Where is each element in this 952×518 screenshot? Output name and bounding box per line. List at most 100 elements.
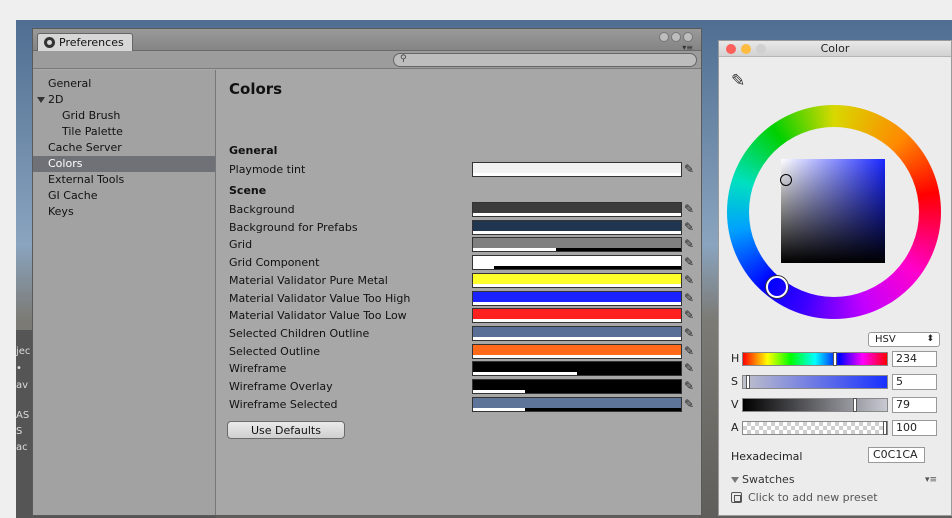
- add-preset-label: Click to add new preset: [748, 491, 878, 504]
- color-row-label: Wireframe: [229, 362, 287, 376]
- slider-letter: V: [731, 398, 739, 411]
- swatch-alpha-track: [473, 354, 681, 358]
- swatch-alpha-fill: [473, 173, 681, 176]
- scene-heading: Scene: [229, 184, 267, 197]
- eyedropper-icon[interactable]: ✎: [684, 361, 698, 376]
- eyedropper-icon[interactable]: ✎: [684, 255, 698, 270]
- eyedropper-icon[interactable]: ✎: [684, 379, 698, 394]
- color-swatch[interactable]: [472, 272, 682, 288]
- slider-track[interactable]: [742, 398, 888, 412]
- slider-track[interactable]: [742, 375, 888, 389]
- slider-knob[interactable]: [852, 398, 857, 412]
- color-row-label: Material Validator Value Too High: [229, 291, 411, 305]
- eyedropper-icon[interactable]: ✎: [684, 220, 698, 235]
- eyedropper-icon[interactable]: ✎: [684, 397, 698, 412]
- sidebar-item-tile-palette[interactable]: Tile Palette: [33, 124, 215, 140]
- backdrop-text: ASS: [16, 410, 30, 421]
- hexadecimal-label: Hexadecimal: [731, 450, 803, 463]
- swatch-alpha-track: [473, 283, 681, 287]
- preferences-tab[interactable]: Preferences: [37, 33, 133, 51]
- color-swatch[interactable]: [472, 290, 682, 306]
- sidebar-item-cache-server[interactable]: Cache Server: [33, 140, 215, 156]
- sidebar-item-2d[interactable]: 2D: [33, 92, 215, 108]
- preferences-window: Preferences ▾≡ ⚲ General 2D Grid Brush Tile…: [32, 28, 702, 516]
- eyedropper-icon[interactable]: ✎: [684, 202, 698, 217]
- eyedropper-icon[interactable]: ✎: [684, 308, 698, 323]
- color-mode-select[interactable]: HSV ⬍: [868, 332, 940, 347]
- slider-value-field[interactable]: 79: [892, 397, 937, 413]
- eyedropper-icon[interactable]: ✎: [684, 291, 698, 306]
- color-panel: Color ✎ HSV ⬍ H 234 S 5 V 79 A 100 Hexadecimal …: [718, 40, 952, 516]
- sv-marker[interactable]: [780, 174, 792, 186]
- eyedropper-icon[interactable]: ✎: [731, 71, 745, 91]
- slider-track[interactable]: [742, 421, 888, 435]
- playmode-tint-swatch[interactable]: [472, 162, 682, 177]
- eyedropper-icon[interactable]: ✎: [684, 162, 698, 177]
- color-row-label: Selected Outline: [229, 344, 320, 358]
- eyedropper-icon[interactable]: ✎: [684, 344, 698, 359]
- swatch-alpha-track: [473, 213, 681, 216]
- gear-icon: [44, 37, 55, 48]
- color-swatch[interactable]: [472, 361, 682, 377]
- slider-value-field[interactable]: 5: [892, 374, 937, 390]
- color-swatch[interactable]: [472, 343, 682, 359]
- window-button-icon[interactable]: [683, 32, 693, 42]
- color-row-label: Grid Component: [229, 256, 320, 270]
- color-swatch[interactable]: [472, 237, 682, 253]
- backdrop-text: S: [16, 426, 23, 437]
- sidebar-item-label: 2D: [48, 93, 64, 106]
- color-panel-title: Color: [820, 42, 850, 55]
- slider-knob[interactable]: [746, 375, 751, 389]
- hexadecimal-field[interactable]: C0C1CA: [868, 447, 925, 463]
- sidebar-item-label: Tile Palette: [62, 125, 123, 138]
- window-button-icon[interactable]: [659, 32, 669, 42]
- slider-track[interactable]: [742, 352, 888, 366]
- use-defaults-button[interactable]: Use Defaults: [227, 421, 345, 439]
- eyedropper-icon[interactable]: ✎: [684, 326, 698, 341]
- search-input[interactable]: ⚲: [393, 53, 697, 67]
- eyedropper-icon[interactable]: ✎: [684, 273, 698, 288]
- color-swatch[interactable]: [472, 308, 682, 324]
- sidebar-item-label: External Tools: [48, 173, 125, 186]
- general-heading: General: [229, 144, 278, 157]
- hue-marker[interactable]: [766, 276, 788, 298]
- sidebar-item-keys[interactable]: Keys: [33, 204, 215, 220]
- swatch-alpha-fill: [473, 372, 577, 376]
- slider-knob[interactable]: [832, 352, 837, 366]
- color-swatch[interactable]: [472, 255, 682, 271]
- add-preset[interactable]: Click to add new preset: [731, 491, 878, 504]
- color-swatch[interactable]: [472, 219, 682, 235]
- slider-value-field[interactable]: 100: [892, 420, 937, 436]
- swatch-alpha-track: [473, 319, 681, 323]
- search-icon: ⚲: [400, 54, 407, 64]
- swatches-label: Swatches: [742, 473, 795, 486]
- sidebar-item-grid-brush[interactable]: Grid Brush: [33, 108, 215, 124]
- backdrop-text: •: [16, 363, 22, 374]
- sidebar-item-gi-cache[interactable]: GI Cache: [33, 188, 215, 204]
- sidebar-item-colors[interactable]: Colors: [33, 156, 215, 172]
- color-swatch[interactable]: [472, 325, 682, 341]
- slider-letter: H: [731, 352, 740, 365]
- swatch-alpha-track: [473, 372, 681, 376]
- window-button-icon[interactable]: [671, 32, 681, 42]
- color-swatch[interactable]: [472, 379, 682, 394]
- swatch-alpha-track: [473, 390, 681, 393]
- swatches-toggle[interactable]: Swatches: [731, 473, 795, 486]
- saturation-value-square[interactable]: [781, 159, 885, 263]
- slider-knob[interactable]: [883, 421, 887, 435]
- swatch-alpha-fill: [473, 248, 557, 252]
- swatch-alpha-track: [473, 336, 681, 340]
- color-row-label: Background for Prefabs: [229, 220, 358, 234]
- search-row: ⚲: [33, 51, 701, 69]
- eyedropper-icon[interactable]: ✎: [684, 237, 698, 252]
- swatch-alpha-track: [473, 407, 681, 411]
- color-swatch[interactable]: [472, 202, 682, 217]
- swatches-menu-icon[interactable]: ▾≡: [925, 475, 937, 485]
- slider-value-field[interactable]: 234: [892, 351, 937, 367]
- preferences-titlebar: Preferences ▾≡: [33, 29, 701, 52]
- sidebar-item-external-tools[interactable]: External Tools: [33, 172, 215, 188]
- sidebar-item-general[interactable]: General: [33, 76, 215, 92]
- color-swatch[interactable]: [472, 396, 682, 412]
- preferences-tab-label: Preferences: [59, 36, 124, 49]
- swatch-alpha-fill: [473, 407, 525, 411]
